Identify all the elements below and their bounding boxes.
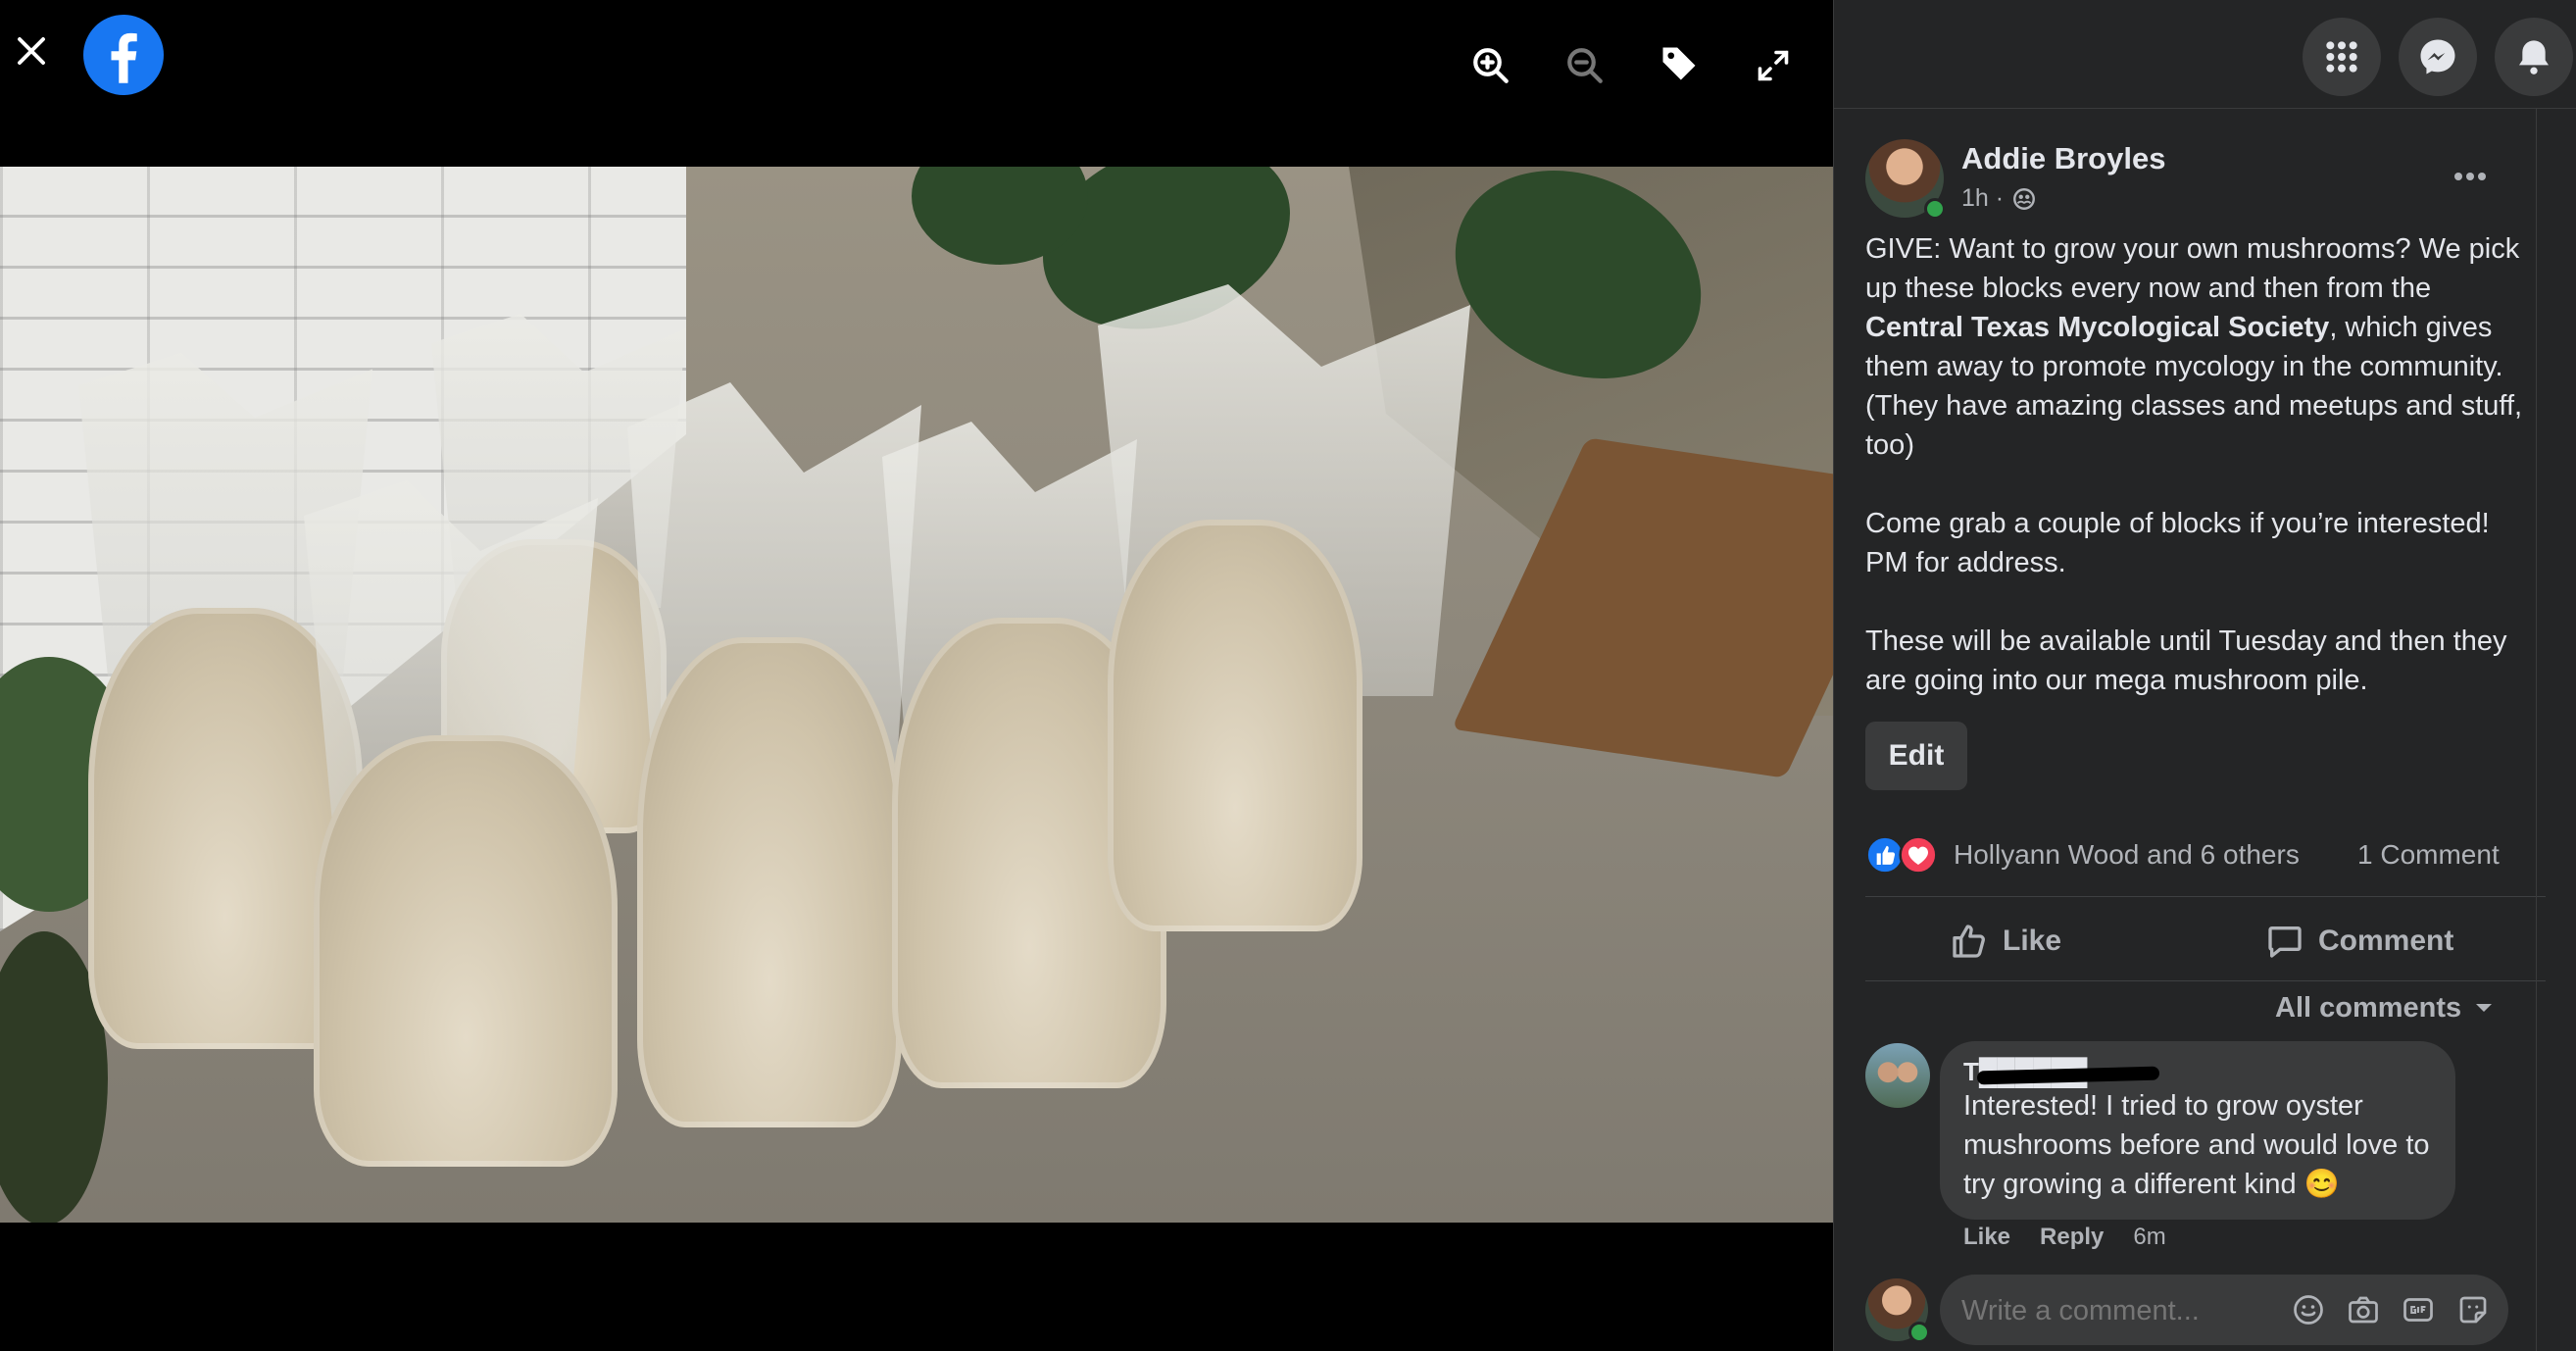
comment-filter-label: All comments [2275,991,2462,1024]
comment-reply-link[interactable]: Reply [2040,1224,2104,1251]
post-photo [0,167,1833,1223]
comment-icon [2268,926,2302,958]
divider [1865,980,2546,981]
mushroom-bag [637,637,902,1127]
comment-bubble: T██████ Interested! I tried to grow oyst… [1940,1041,2455,1220]
comment-count[interactable]: 1 Comment [2357,839,2500,871]
chevron-down-icon [2476,1004,2493,1012]
post-author[interactable]: Addie Broyles [1961,141,2165,176]
reaction-summary[interactable]: Hollyann Wood and 6 others [1865,835,2300,875]
close-button[interactable] [10,29,53,73]
messenger-button[interactable] [2399,18,2477,96]
current-user-avatar[interactable] [1865,1278,1930,1343]
comment-actions: Like Reply 6m [1963,1224,2166,1251]
post-paragraph-3: These will be available until Tuesday an… [1865,625,2507,696]
like-label: Like [2003,925,2062,957]
emoji-button[interactable] [2291,1292,2326,1332]
fullscreen-icon [1758,50,1789,81]
love-reaction-icon [1899,835,1938,875]
comment-like-link[interactable]: Like [1963,1224,2010,1251]
comment-input-box[interactable] [1940,1275,2508,1345]
mushroom-bag [1108,520,1362,931]
zoom-in-button[interactable] [1466,41,1515,90]
comment-text: Interested! I tried to grow oyster mushr… [1963,1090,2430,1200]
emoji-icon [2294,1295,2323,1325]
comment-time[interactable]: 6m [2133,1224,2165,1251]
zoom-in-icon [1473,48,1509,83]
gif-icon [2403,1298,2433,1322]
comment-author[interactable]: T██████ [1963,1057,2160,1086]
comment-input[interactable] [1959,1288,2287,1333]
friends-icon [2013,187,2036,210]
fullscreen-button[interactable] [1749,41,1798,90]
more-icon [2454,173,2486,180]
reaction-names[interactable]: Hollyann Wood and 6 others [1954,839,2300,871]
zoom-out-icon [1567,48,1603,83]
tag-button[interactable] [1655,39,1704,88]
panel-header [1834,0,2576,109]
camera-button[interactable] [2346,1292,2381,1332]
scrollbar-track[interactable] [2536,108,2537,1351]
comment-label: Comment [2318,925,2454,957]
comment-button[interactable]: Comment [2265,912,2453,971]
author-avatar[interactable] [1865,139,1946,220]
messenger-icon [2420,39,2455,75]
post-body: GIVE: Want to grow your own mushrooms? W… [1865,229,2532,739]
post-options-button[interactable] [2446,157,2495,196]
post-panel: Addie Broyles 1h · GIVE: Want to grow yo… [1833,0,2576,1351]
post-timestamp[interactable]: 1h · [1961,184,2004,213]
menu-grid-icon [2326,41,2357,73]
facebook-logo-icon [83,15,164,95]
sticker-button[interactable] [2455,1292,2491,1332]
notifications-button[interactable] [2495,18,2573,96]
photo-viewer [0,0,1833,1351]
post-paragraph-1: GIVE: Want to grow your own mushrooms? W… [1865,233,2523,461]
tag-icon [1662,47,1696,80]
thumbs-up-icon [1953,925,1985,958]
sticker-icon [2459,1296,2487,1324]
mentioned-page-link[interactable]: Central Texas Mycological Society [1865,312,2329,343]
post-paragraph-2: Come grab a couple of blocks if you’re i… [1865,508,2490,578]
zoom-out-button[interactable] [1560,41,1610,90]
menu-button[interactable] [2303,18,2381,96]
commenter-avatar[interactable] [1865,1043,1930,1108]
bell-icon [2519,40,2549,75]
like-button[interactable]: Like [1950,912,2061,971]
mushroom-bag [314,735,618,1167]
divider [1865,896,2546,897]
online-status-dot [1924,198,1946,220]
comment-filter-dropdown[interactable]: All comments [2275,988,2495,1027]
gif-button[interactable] [2401,1292,2436,1332]
camera-icon [2349,1296,2378,1324]
edit-button[interactable]: Edit [1865,722,1967,790]
online-status-dot [1908,1322,1930,1343]
post-time: 1h · [1961,184,2037,213]
facebook-home-link[interactable] [82,14,165,96]
close-icon [18,37,45,65]
